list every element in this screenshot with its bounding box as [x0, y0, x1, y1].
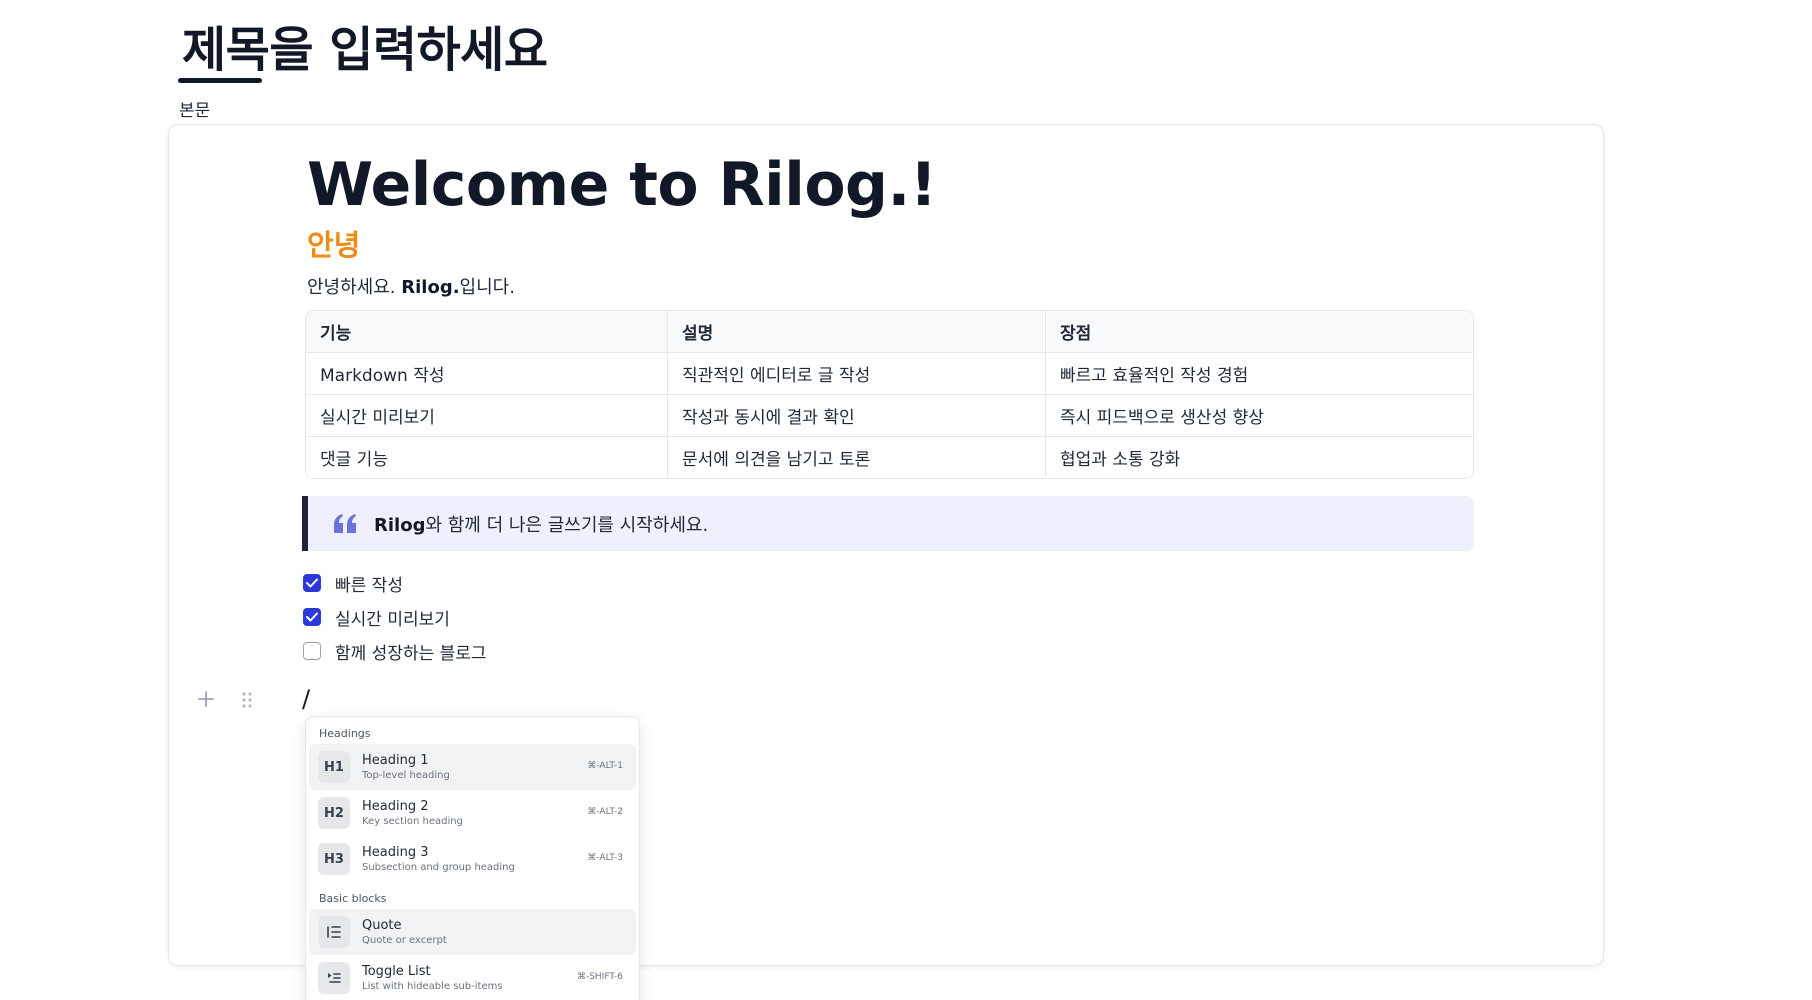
table-header-cell[interactable]: 장점 [1046, 311, 1473, 353]
todo-label: 빠른 작성 [335, 575, 403, 596]
menu-item-subtitle: Quote or excerpt [362, 935, 447, 946]
menu-item-title: Toggle List [362, 964, 431, 979]
menu-item-subtitle: Top-level heading [362, 770, 450, 781]
heading-3-icon: H3 [318, 843, 350, 875]
menu-item-title: Heading 3 [362, 845, 429, 860]
menu-item-title: Heading 1 [362, 753, 429, 768]
menu-item-heading-3[interactable]: H3 Heading 3 Subsection and group headin… [309, 836, 636, 882]
toggle-list-icon [318, 962, 350, 994]
heading-1-icon: H1 [318, 751, 350, 783]
todo-label: 실시간 미리보기 [335, 609, 450, 630]
table-cell[interactable]: 실시간 미리보기 [306, 395, 668, 437]
menu-item-toggle-list[interactable]: Toggle List List with hideable sub-items… [309, 955, 636, 1000]
table-cell[interactable]: 즉시 피드백으로 생산성 향상 [1046, 395, 1473, 437]
heading-2-icon: H2 [318, 797, 350, 829]
checkbox-checked[interactable] [303, 608, 321, 626]
current-block-input[interactable]: / [302, 685, 310, 713]
todo-label: 함께 성장하는 블로그 [335, 643, 487, 664]
body-label: 본문 [179, 101, 211, 121]
post-title-input[interactable]: 제목을 입력하세요 [182, 10, 548, 80]
todo-list: 빠른 작성 실시간 미리보기 함께 성장하는 블로그 [303, 566, 487, 668]
table-cell[interactable]: 작성과 동시에 결과 확인 [668, 395, 1046, 437]
doc-paragraph[interactable]: 안녕하세요. Rilog.입니다. [307, 273, 515, 299]
todo-item[interactable]: 함께 성장하는 블로그 [303, 634, 487, 668]
menu-item-heading-2[interactable]: H2 Heading 2 Key section heading ⌘-ALT-2 [309, 790, 636, 836]
todo-item[interactable]: 실시간 미리보기 [303, 600, 487, 634]
menu-item-subtitle: Key section heading [362, 816, 463, 827]
table-row: 실시간 미리보기 작성과 동시에 결과 확인 즉시 피드백으로 생산성 향상 [306, 395, 1473, 437]
title-underline [178, 78, 262, 83]
table-cell[interactable]: Markdown 작성 [306, 353, 668, 395]
quote-rest-text: 와 함께 더 나은 글쓰기를 시작하세요. [425, 514, 709, 536]
checkbox-checked[interactable] [303, 574, 321, 592]
table-cell[interactable]: 문서에 의견을 남기고 토론 [668, 437, 1046, 478]
quote-mark-icon [334, 513, 356, 533]
check-icon [306, 612, 318, 622]
table-header-row: 기능 설명 장점 [306, 311, 1473, 353]
menu-item-title: Quote [362, 918, 402, 933]
quote-block[interactable]: Rilog와 함께 더 나은 글쓰기를 시작하세요. [302, 496, 1474, 551]
table-header-cell[interactable]: 설명 [668, 311, 1046, 353]
add-block-icon[interactable] [196, 689, 216, 709]
menu-item-subtitle: List with hideable sub-items [362, 981, 503, 992]
paragraph-text: 안녕하세요. [307, 277, 402, 298]
check-icon [306, 578, 318, 588]
table-cell[interactable]: 빠르고 효율적인 작성 경험 [1046, 353, 1473, 395]
menu-item-quote[interactable]: Quote Quote or excerpt [309, 909, 636, 955]
table-cell[interactable]: 댓글 기능 [306, 437, 668, 478]
feature-table[interactable]: 기능 설명 장점 Markdown 작성 직관적인 에디터로 글 작성 빠르고 … [305, 310, 1474, 479]
menu-item-heading-1[interactable]: H1 Heading 1 Top-level heading ⌘-ALT-1 [309, 744, 636, 790]
table-cell[interactable]: 협업과 소통 강화 [1046, 437, 1473, 478]
menu-item-shortcut: ⌘-ALT-2 [587, 807, 623, 817]
slash-command-menu: Headings H1 Heading 1 Top-level heading … [305, 716, 640, 1000]
menu-item-title: Heading 2 [362, 799, 429, 814]
todo-item[interactable]: 빠른 작성 [303, 566, 487, 600]
menu-item-shortcut: ⌘-SHIFT-6 [576, 972, 623, 982]
paragraph-text-end: 입니다. [459, 277, 515, 298]
menu-section-title: Headings [319, 727, 371, 740]
menu-item-shortcut: ⌘-ALT-3 [587, 853, 623, 863]
doc-heading-1[interactable]: Welcome to Rilog.! [307, 150, 937, 220]
paragraph-bold-text: Rilog. [401, 277, 460, 298]
checkbox-unchecked[interactable] [303, 642, 321, 660]
quote-bold-text: Rilog [374, 514, 426, 536]
table-cell[interactable]: 직관적인 에디터로 글 작성 [668, 353, 1046, 395]
quote-lines-icon [318, 916, 350, 948]
menu-item-subtitle: Subsection and group heading [362, 862, 515, 873]
quote-text: Rilog와 함께 더 나은 글쓰기를 시작하세요. [374, 511, 708, 537]
editor-page: 제목을 입력하세요 본문 Welcome to Rilog.! 안녕 안녕하세요… [0, 0, 1812, 1000]
doc-heading-2[interactable]: 안녕 [307, 222, 360, 264]
menu-section-title: Basic blocks [319, 892, 387, 905]
drag-handle-icon[interactable] [240, 691, 254, 709]
table-row: 댓글 기능 문서에 의견을 남기고 토론 협업과 소통 강화 [306, 437, 1473, 478]
menu-item-shortcut: ⌘-ALT-1 [587, 761, 623, 771]
table-header-cell[interactable]: 기능 [306, 311, 668, 353]
table-row: Markdown 작성 직관적인 에디터로 글 작성 빠르고 효율적인 작성 경… [306, 353, 1473, 395]
